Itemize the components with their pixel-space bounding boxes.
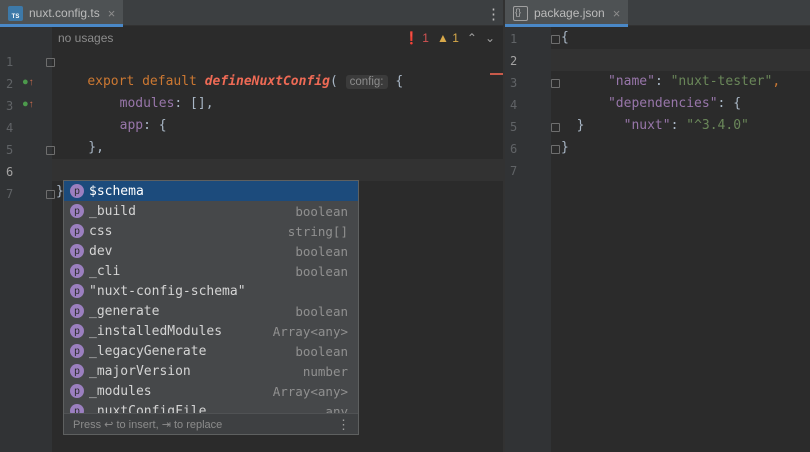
property-icon: p [70, 264, 84, 278]
json-line-6: } [561, 140, 569, 155]
right-editor[interactable]: { "name": "nuxt-tester", "dependencies":… [551, 27, 810, 452]
json-file-icon [513, 5, 528, 21]
typescript-file-icon: TS [8, 5, 23, 21]
left-gutter: 1 2 3 4 5 6 7 ●↑ ●↑ [0, 27, 55, 452]
line-number: 5 [6, 143, 14, 157]
line-number: 4 [6, 121, 14, 135]
code-line-5: }, [57, 140, 104, 155]
line-number: 4 [510, 98, 518, 112]
property-icon: p [70, 224, 84, 238]
property-icon: p [70, 204, 84, 218]
line-number: 3 [510, 76, 518, 90]
chevron-up-icon[interactable]: ⌃ [467, 31, 477, 45]
error-count: 1 [422, 31, 429, 45]
line-number: 1 [510, 32, 518, 46]
chevron-down-icon[interactable]: ⌄ [485, 31, 495, 45]
completion-item[interactable]: p css string[] [64, 221, 358, 241]
code-line-2: modules: [], [88, 96, 214, 111]
code-line-1: export default defineNuxtConfig( config:… [87, 74, 404, 89]
code-line-3: app: { [88, 118, 167, 133]
json-line-1: { [561, 30, 569, 45]
completion-item[interactable]: p $schema [64, 181, 358, 201]
line-number: 5 [510, 120, 518, 134]
line-number: 2 [6, 77, 14, 91]
left-tab-bar: TS nuxt.config.ts × ⋮ [0, 0, 503, 27]
property-icon: p [70, 284, 84, 298]
line-number: 6 [510, 142, 518, 156]
overrides-gutter-icon[interactable]: ●↑ [22, 76, 34, 88]
property-icon: p [70, 304, 84, 318]
line-number: 6 [6, 165, 14, 179]
completion-item[interactable]: p _build boolean [64, 201, 358, 221]
tab-package-json[interactable]: package.json × [505, 0, 629, 27]
completion-item[interactable]: p dev boolean [64, 241, 358, 261]
right-gutter: 1 2 3 4 5 6 7 [505, 27, 560, 452]
property-icon: p [70, 344, 84, 358]
json-line-5: } [561, 118, 585, 133]
tab-label: nuxt.config.ts [29, 6, 100, 20]
right-tab-bar: package.json × [505, 0, 810, 27]
tab-label: package.json [534, 6, 605, 20]
warning-count: 1 [452, 31, 459, 45]
current-line-highlight [52, 159, 503, 181]
close-icon[interactable]: × [613, 6, 621, 21]
close-icon[interactable]: × [108, 6, 116, 21]
property-icon: p [70, 184, 84, 198]
parameter-hint: config: [345, 75, 388, 89]
completion-footer: Press ↩ to insert, ⇥ to replace ⋮ [64, 413, 358, 434]
completion-item[interactable]: p _cli boolean [64, 261, 358, 281]
completion-popup: p $schema p _build boolean p css string[… [63, 180, 359, 435]
line-number: 7 [6, 187, 14, 201]
property-icon: p [70, 244, 84, 258]
error-icon: ❗ 1 [403, 31, 429, 45]
completion-item[interactable]: p _modules Array<any> [64, 381, 358, 401]
line-number: 1 [6, 55, 14, 69]
completion-item[interactable]: p _majorVersion number [64, 361, 358, 381]
overrides-gutter-icon[interactable]: ●↑ [22, 98, 34, 110]
completion-item[interactable]: p _legacyGenerate boolean [64, 341, 358, 361]
error-stripe-marker[interactable] [490, 73, 503, 75]
completion-item[interactable]: p _generate boolean [64, 301, 358, 321]
property-icon: p [70, 324, 84, 338]
property-icon: p [70, 364, 84, 378]
more-options-icon[interactable]: ⋮ [337, 417, 350, 433]
line-number: 2 [510, 54, 518, 68]
json-line-4: "nuxt": "^3.4.0" [592, 118, 749, 133]
completion-item[interactable]: p _installedModules Array<any> [64, 321, 358, 341]
json-line-2: "name": "nuxt-tester", [592, 74, 781, 89]
usages-hint[interactable]: no usages [58, 31, 113, 45]
completion-hint: Press ↩ to insert, ⇥ to replace [73, 419, 223, 431]
more-options-icon[interactable]: ⋮ [486, 5, 501, 23]
property-icon: p [70, 384, 84, 398]
line-number: 7 [510, 164, 518, 178]
warning-icon: ▲ 1 [436, 31, 459, 45]
json-line-3: "dependencies": { [592, 96, 742, 111]
tab-nuxt-config[interactable]: TS nuxt.config.ts × [0, 0, 124, 27]
inspection-widget[interactable]: ❗ 1 ▲ 1 ⌃ ⌄ [404, 31, 495, 45]
completion-item[interactable]: p "nuxt-config-schema" [64, 281, 358, 301]
line-number: 3 [6, 99, 14, 113]
